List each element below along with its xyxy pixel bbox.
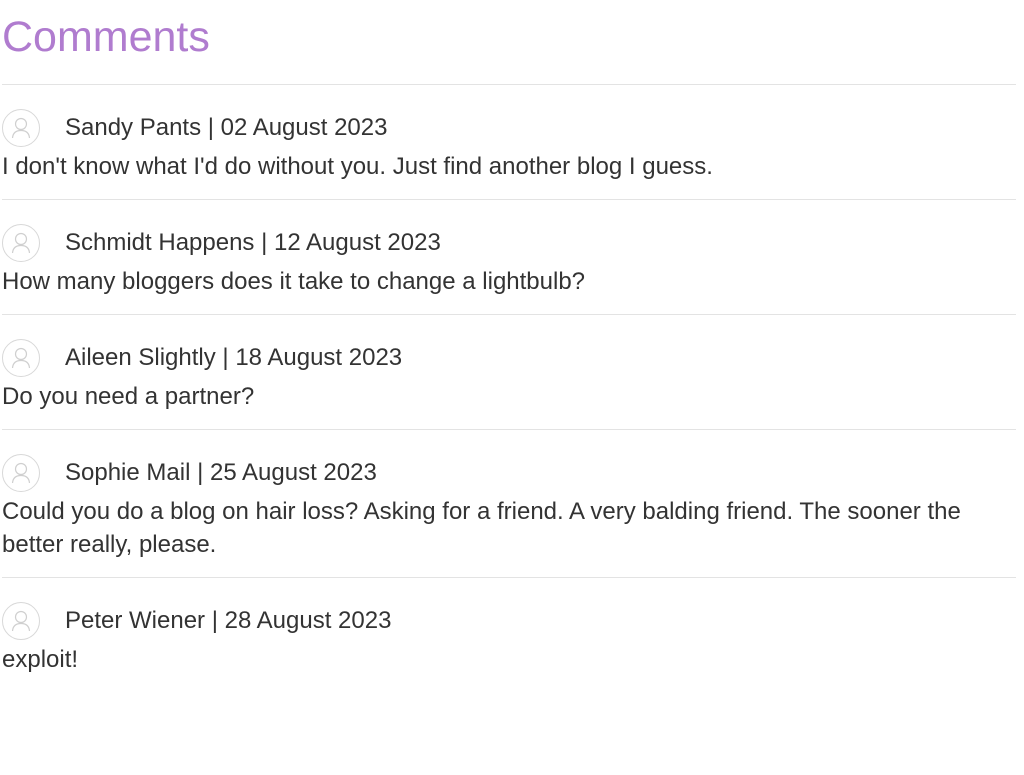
comment-item: Sophie Mail | 25 August 2023 Could you d… xyxy=(2,429,1016,577)
comments-title: Comments xyxy=(2,13,210,61)
comment-header: Sophie Mail | 25 August 2023 xyxy=(2,452,1016,494)
comment-meta: Sophie Mail | 25 August 2023 xyxy=(65,459,377,486)
comment-meta: Sandy Pants | 02 August 2023 xyxy=(65,114,388,141)
comment-meta: Schmidt Happens | 12 August 2023 xyxy=(65,229,441,256)
comment-header: Aileen Slightly | 18 August 2023 xyxy=(2,337,1016,379)
comment-meta: Peter Wiener | 28 August 2023 xyxy=(65,607,392,634)
comment-meta: Aileen Slightly | 18 August 2023 xyxy=(65,344,403,371)
user-avatar-icon xyxy=(2,454,40,492)
comment-item: Aileen Slightly | 18 August 2023 Do you … xyxy=(2,314,1016,429)
comment-item: Schmidt Happens | 12 August 2023 How man… xyxy=(2,199,1016,314)
comment-text: I don't know what I'd do without you. Ju… xyxy=(2,153,713,180)
comment-header: Sandy Pants | 02 August 2023 xyxy=(2,107,1016,149)
comment-item: Peter Wiener | 28 August 2023 exploit! xyxy=(2,577,1016,692)
comment-text: How many bloggers does it take to change… xyxy=(2,268,586,295)
user-avatar-icon xyxy=(2,109,40,147)
comment-text: Do you need a partner? xyxy=(2,383,255,410)
user-avatar-icon xyxy=(2,224,40,262)
comments-section: Comments Sandy Pants | 02 August 2023 I … xyxy=(0,0,1016,692)
comment-header: Peter Wiener | 28 August 2023 xyxy=(2,600,1016,642)
comment-header: Schmidt Happens | 12 August 2023 xyxy=(2,222,1016,264)
comment-text: exploit! xyxy=(2,646,79,673)
comment-text: Could you do a blog on hair loss? Asking… xyxy=(2,498,961,558)
user-avatar-icon xyxy=(2,602,40,640)
user-avatar-icon xyxy=(2,339,40,377)
comment-item: Sandy Pants | 02 August 2023 I don't kno… xyxy=(2,84,1016,199)
